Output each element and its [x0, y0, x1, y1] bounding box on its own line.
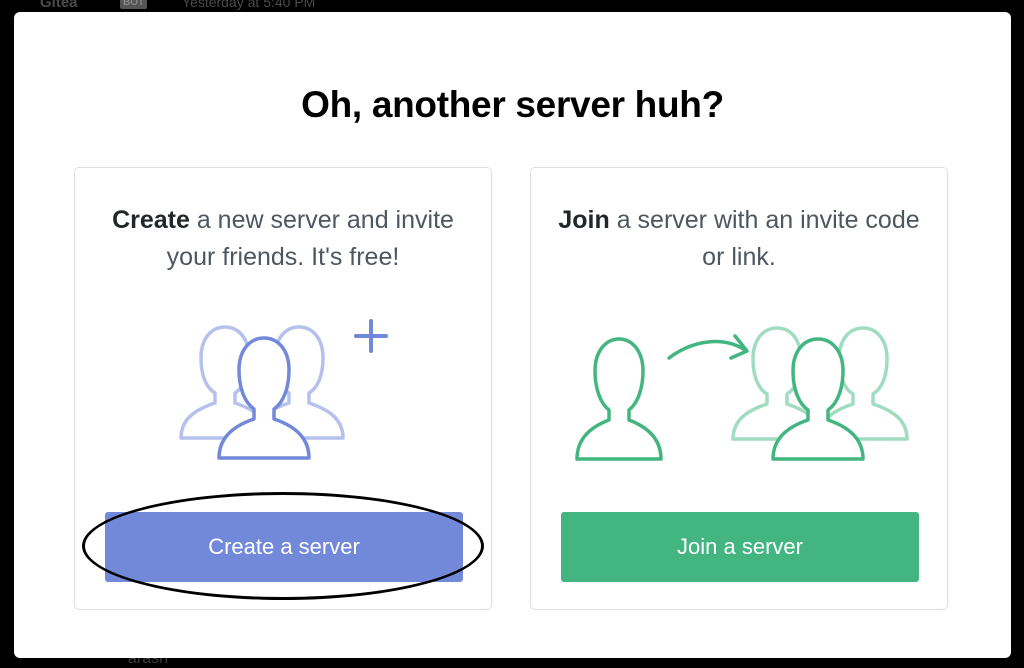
create-server-button[interactable]: Create a server	[105, 512, 463, 582]
create-server-card[interactable]: Create a new server and invite your frie…	[74, 167, 492, 610]
background-app-name: Gitea	[40, 0, 78, 11]
join-card-text: a server with an invite code or link.	[609, 206, 920, 271]
background-timestamp: Yesterday at 5:40 PM	[182, 0, 316, 10]
create-server-illustration	[179, 319, 388, 460]
create-card-text: a new server and invite your friends. It…	[166, 206, 454, 271]
plus-icon	[354, 319, 388, 353]
create-join-server-modal: Oh, another server huh? Create a new ser…	[14, 12, 1011, 658]
join-server-button[interactable]: Join a server	[561, 512, 919, 582]
join-server-illustration	[575, 326, 909, 461]
join-card-bold: Join	[558, 206, 610, 234]
create-card-description: Create a new server and invite your frie…	[95, 202, 471, 276]
arrow-icon	[667, 334, 749, 360]
background-bot-badge: BOT	[120, 0, 148, 9]
join-card-description: Join a server with an invite code or lin…	[551, 202, 927, 276]
create-card-bold: Create	[112, 206, 190, 234]
modal-title: Oh, another server huh?	[301, 84, 724, 125]
join-server-card[interactable]: Join a server with an invite code or lin…	[530, 167, 948, 610]
